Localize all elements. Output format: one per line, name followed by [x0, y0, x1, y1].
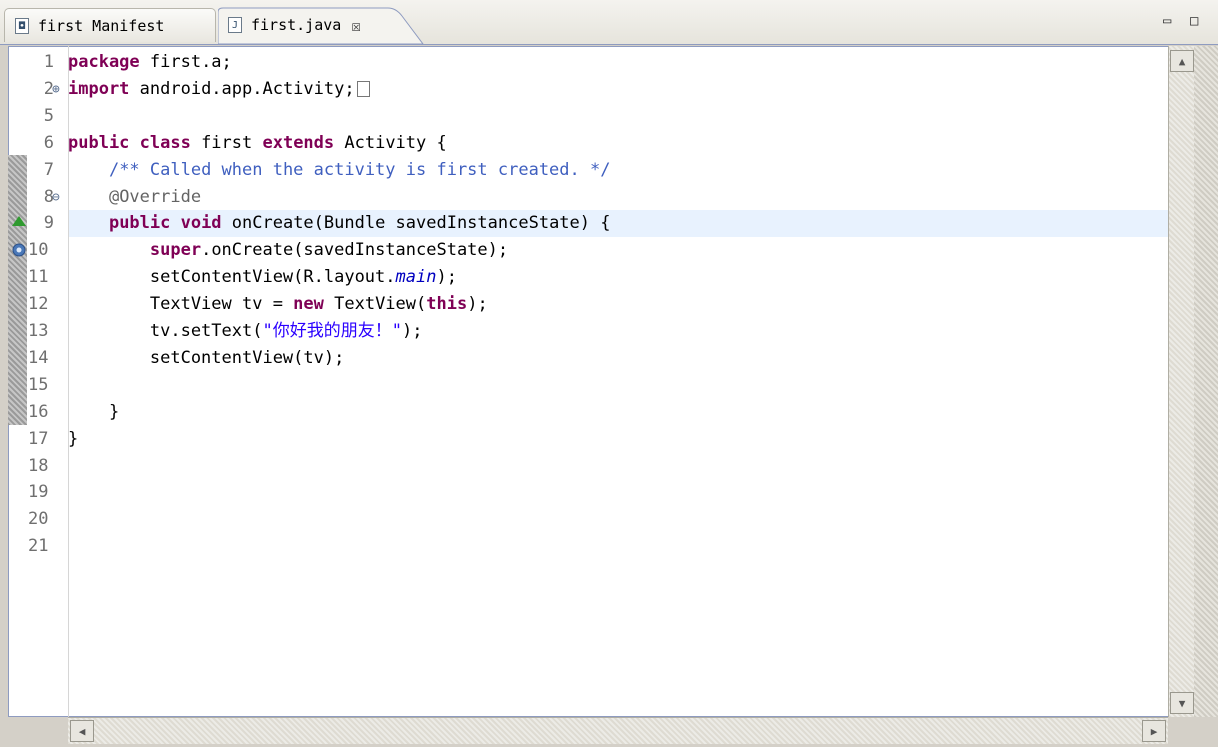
scroll-right-button[interactable]: ▶: [1142, 720, 1166, 742]
line-number: 18: [28, 455, 49, 476]
tab-first-manifest[interactable]: ◘ first Manifest: [4, 8, 216, 42]
line-number: 8: [43, 186, 54, 207]
scroll-left-button[interactable]: ◀: [70, 720, 94, 742]
code-line[interactable]: 15: [0, 372, 1160, 399]
code-text: super.onCreate(savedInstanceState);: [149, 240, 509, 261]
code-text: TextView tv = new TextView(this);: [68, 294, 488, 315]
code-text: }: [68, 428, 79, 449]
line-number: 15: [28, 374, 49, 395]
expand-fold-icon[interactable]: ⊕: [52, 76, 60, 103]
line-number: 1: [43, 52, 54, 72]
code-line[interactable]: 9 public void onCreate(Bundle savedInsta…: [0, 210, 1160, 237]
tab-label: first Manifest: [38, 16, 165, 35]
code-text: tv.setText("你好我的朋友！");: [68, 321, 423, 341]
minimize-icon[interactable]: ▭: [1163, 13, 1171, 29]
editor-window: ◘ first Manifest J first.java ☒ ▭ □ 1 pac…: [0, 0, 1218, 747]
line-number: 5: [43, 105, 54, 126]
code-line[interactable]: 12 TextView tv = new TextView(this);: [0, 291, 1160, 318]
line-number: 2: [43, 78, 54, 99]
maximize-icon[interactable]: □: [1190, 13, 1198, 29]
code-line[interactable]: 13 tv.setText("你好我的朋友！");: [0, 318, 1160, 345]
code-line[interactable]: 2 ⊕ import android.app.Activity;: [0, 76, 1160, 103]
tab-label: first.java: [251, 16, 342, 34]
code-line[interactable]: 17}: [0, 426, 1160, 453]
code-line[interactable]: 16 }: [0, 399, 1160, 426]
code-line[interactable]: 10 super.onCreate(savedInstanceState);: [0, 237, 1160, 264]
code-line[interactable]: 19: [0, 479, 1160, 506]
line-number: 9: [43, 213, 54, 234]
code-text: }: [68, 401, 120, 422]
close-tab-icon[interactable]: ☒: [351, 16, 361, 35]
override-marker-icon: [12, 216, 26, 226]
code-line[interactable]: 21: [0, 533, 1160, 560]
code-line[interactable]: 1 package first.a;: [0, 49, 1160, 76]
collapsed-imports-icon[interactable]: [356, 80, 370, 97]
line-number: 7: [43, 159, 54, 180]
java-file-icon: J: [228, 17, 242, 33]
horizontal-scrollbar[interactable]: ◀ ▶: [68, 717, 1168, 744]
line-number: 19: [28, 482, 49, 503]
code-line[interactable]: 14 setContentView(tv);: [0, 345, 1160, 372]
code-line[interactable]: 6 public class first extends Activity {: [0, 130, 1160, 157]
line-number: 21: [28, 536, 49, 557]
code-text: setContentView(tv);: [68, 347, 345, 368]
code-text: @Override: [108, 186, 202, 207]
code-text: import android.app.Activity;: [68, 76, 370, 103]
code-line[interactable]: 8 ⊖ @Override: [0, 184, 1160, 211]
code-line[interactable]: 20: [0, 506, 1160, 533]
code-line[interactable]: 7 /** Called when the activity is first …: [0, 157, 1160, 184]
code-text: setContentView(R.layout.main);: [68, 267, 457, 288]
android-manifest-icon: ◘: [15, 17, 29, 34]
breakpoint-icon[interactable]: [11, 242, 27, 258]
overview-ruler: [1194, 46, 1218, 717]
scroll-down-button[interactable]: ▼: [1170, 692, 1194, 714]
code-line[interactable]: 18: [0, 453, 1160, 480]
tab-first-java[interactable]: J first.java ☒: [218, 8, 428, 42]
line-number: 6: [43, 132, 54, 153]
line-number: 20: [28, 509, 49, 530]
code-line[interactable]: 11 setContentView(R.layout.main);: [0, 264, 1160, 291]
scroll-up-button[interactable]: ▲: [1170, 50, 1194, 72]
code-text: public void onCreate(Bundle savedInstanc…: [108, 213, 611, 234]
code-text: /** Called when the activity is first cr…: [108, 159, 611, 180]
code-line[interactable]: 5: [0, 103, 1160, 130]
code-text: public class first extends Activity {: [68, 132, 447, 153]
collapse-fold-icon[interactable]: ⊖: [52, 184, 60, 211]
tab-bar: ◘ first Manifest J first.java ☒ ▭ □: [0, 0, 1218, 45]
vertical-scrollbar[interactable]: ▲ ▼: [1168, 46, 1195, 717]
code-text: package first.a;: [68, 52, 232, 72]
